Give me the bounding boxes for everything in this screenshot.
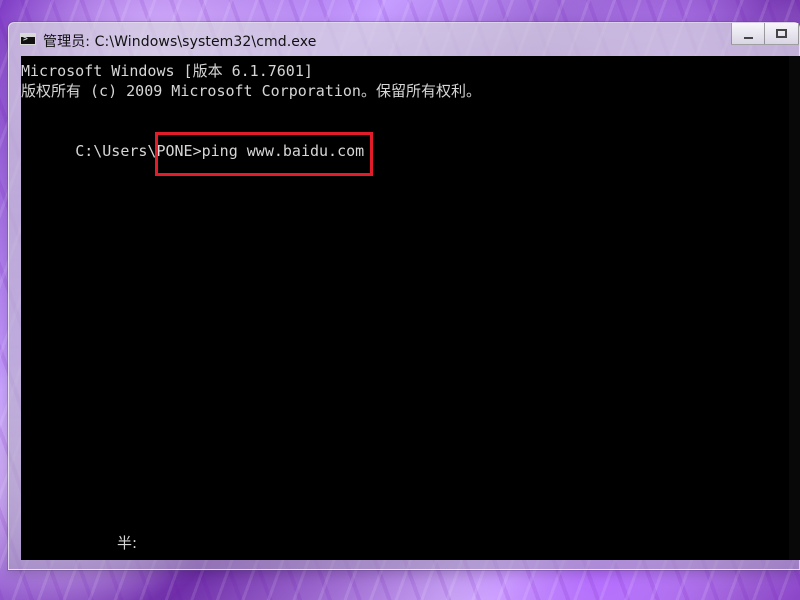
command-prompt-icon [20, 33, 36, 45]
console-line-version: Microsoft Windows [版本 6.1.7601] [21, 62, 313, 80]
console-scroll-edge [789, 56, 800, 560]
window-titlebar[interactable]: 管理员: C:\Windows\system32\cmd.exe [9, 23, 799, 57]
minimize-button[interactable] [731, 23, 765, 45]
command-highlight-box [155, 132, 373, 176]
window-controls [731, 23, 799, 47]
ime-status: 半: [117, 534, 138, 552]
command-prompt-window: 管理员: C:\Windows\system32\cmd.exe Microso… [8, 22, 800, 570]
minimize-icon [744, 37, 753, 39]
window-title: 管理员: C:\Windows\system32\cmd.exe [43, 34, 317, 50]
maximize-icon [776, 29, 787, 38]
maximize-button[interactable] [765, 23, 799, 45]
console-output[interactable]: Microsoft Windows [版本 6.1.7601] 版权所有 (c)… [21, 56, 800, 560]
console-line-copyright: 版权所有 (c) 2009 Microsoft Corporation。保留所有… [21, 82, 481, 100]
